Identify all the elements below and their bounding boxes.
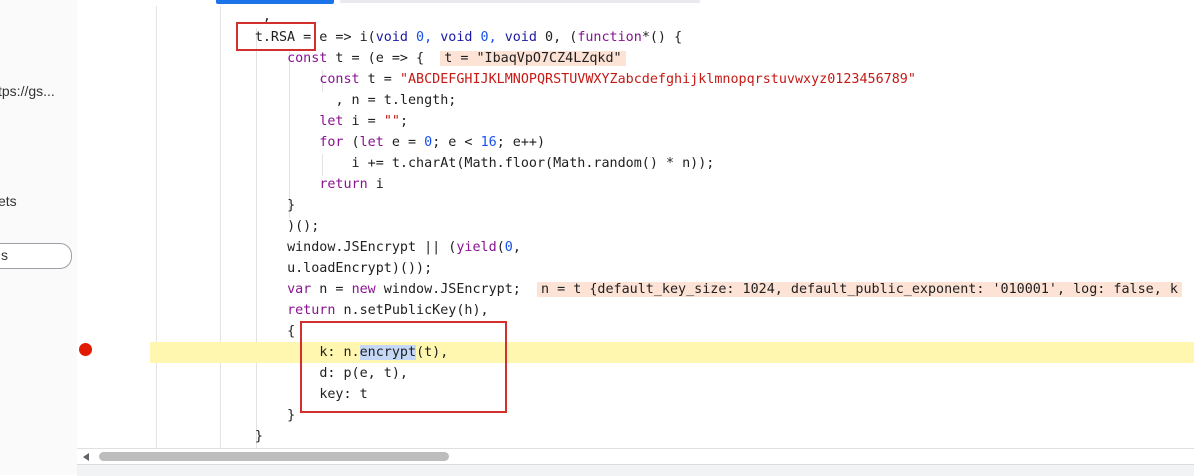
code-line-21: - }: [254, 429, 263, 444]
horizontal-scrollbar[interactable]: [77, 448, 1194, 465]
left-panel-pill-button[interactable]: s: [0, 243, 72, 269]
code-line-12: - window.JSEncrypt || (yield(0,: [287, 240, 521, 255]
inline-value-t: t = "IbaqVpO7CZ4LZqkd": [440, 51, 626, 66]
code-line-13: - u.loadEncrypt)());: [287, 261, 433, 276]
left-panel-item-sheets[interactable]: ets: [0, 193, 17, 209]
scroll-left-arrow-icon[interactable]: [83, 453, 89, 461]
inline-value-n: n = t {default_key_size: 1024, default_p…: [537, 282, 1182, 297]
scrollbar-thumb[interactable]: [99, 452, 449, 461]
code-line-10: - }: [287, 198, 296, 213]
code-line-7: - for (let e = 0; e < 16; e++): [319, 135, 546, 150]
annotation-box-rsa: [236, 22, 316, 51]
breakpoint-icon[interactable]: [79, 343, 92, 356]
left-panel-item-url[interactable]: tps://gs...: [0, 83, 55, 99]
code-line-5: - , n = t.length;: [335, 93, 457, 108]
code-line-14: - var n = new window.JSEncrypt; n = t {d…: [150, 279, 1194, 300]
tab-active-indicator[interactable]: [216, 0, 334, 4]
annotation-box-return-object: [300, 321, 507, 413]
code-line-11: - )();: [287, 219, 320, 234]
line-gutter[interactable]: [77, 0, 150, 448]
code-line-9: - return i: [319, 177, 384, 192]
code-line-8: - i += t.charAt(Math.floor(Math.random()…: [351, 156, 715, 171]
left-panel: tps://gs... ets s: [0, 0, 78, 475]
bottom-toolbar: [77, 464, 1194, 476]
tab-inactive[interactable]: [340, 0, 700, 3]
code-line-6: - let i = "";: [319, 114, 408, 129]
code-line-3: - const t = (e => { t = "IbaqVpO7CZ4LZqk…: [150, 48, 1194, 69]
code-line-4: - const t = "ABCDEFGHIJKLMNOPQRSTUVWXYZa…: [319, 72, 916, 87]
code-line-15: - return n.setPublicKey(h),: [287, 303, 489, 318]
left-panel-pill-label: s: [1, 247, 8, 263]
